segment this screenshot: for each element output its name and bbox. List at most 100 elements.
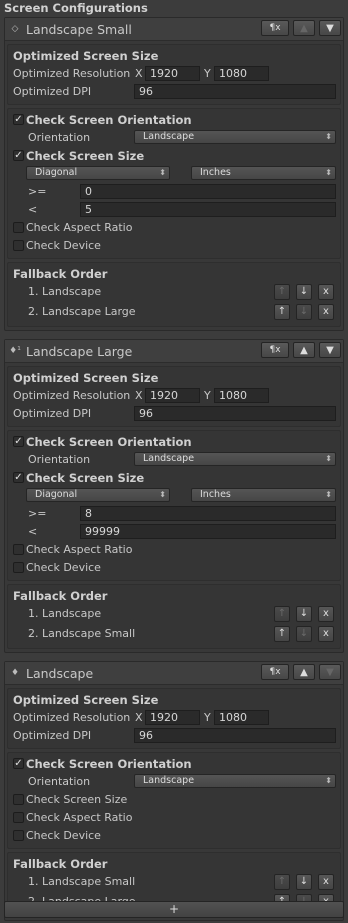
y-label: Y bbox=[204, 389, 211, 402]
check-size-label: Check Screen Size bbox=[26, 471, 145, 485]
optimized-resolution-label: Optimized Resolution bbox=[13, 67, 131, 80]
move-config-up-button[interactable]: ▲ bbox=[293, 664, 315, 680]
fallback-remove-button[interactable]: x bbox=[318, 606, 334, 622]
fallback-remove-button[interactable]: x bbox=[318, 626, 334, 642]
config-marker-icon: ◇ bbox=[11, 24, 19, 34]
max-size-field[interactable]: 99999 bbox=[80, 524, 336, 539]
move-config-up-button[interactable]: ▲ bbox=[293, 20, 315, 36]
check-aspect-checkbox[interactable] bbox=[13, 544, 24, 555]
move-config-down-button[interactable]: ▼ bbox=[319, 20, 341, 36]
optimized-screen-size-section: Optimized Screen Size Optimized Resoluti… bbox=[7, 366, 341, 427]
fallback-title: Fallback Order bbox=[13, 267, 108, 281]
section-title: Optimized Screen Size bbox=[13, 371, 159, 385]
add-config-button[interactable]: + bbox=[4, 901, 344, 918]
optimized-screen-size-section: Optimized Screen Size Optimized Resoluti… bbox=[7, 44, 341, 105]
min-size-field[interactable]: 8 bbox=[80, 506, 336, 521]
size-mode-dropdown[interactable]: Diagonal ⬍ bbox=[26, 488, 170, 502]
x-label: X bbox=[134, 711, 143, 724]
orientation-dropdown[interactable]: Landscape ⬍ bbox=[134, 774, 336, 788]
config-marker-icon: ♦ bbox=[10, 668, 20, 678]
panel-title: Screen Configurations bbox=[4, 1, 148, 15]
check-device-checkbox[interactable] bbox=[13, 830, 24, 841]
dropdown-arrow-icon: ⬍ bbox=[325, 490, 332, 499]
check-orientation-checkbox[interactable]: ✓ bbox=[13, 758, 24, 769]
check-aspect-label: Check Aspect Ratio bbox=[26, 543, 133, 556]
check-device-checkbox[interactable] bbox=[13, 562, 24, 573]
check-orientation-label: Check Screen Orientation bbox=[26, 757, 192, 771]
section-title: Optimized Screen Size bbox=[13, 49, 159, 63]
fallback-remove-button[interactable]: x bbox=[318, 284, 334, 300]
check-orientation-checkbox[interactable]: ✓ bbox=[13, 114, 24, 125]
check-orientation-checkbox[interactable]: ✓ bbox=[13, 436, 24, 447]
fallback-down-button[interactable]: ↓ bbox=[296, 304, 312, 320]
resolution-x-field[interactable]: 1920 bbox=[145, 66, 200, 81]
size-mode-dropdown[interactable]: Diagonal ⬍ bbox=[26, 166, 170, 180]
fallback-down-button[interactable]: ↓ bbox=[296, 606, 312, 622]
move-config-down-button[interactable]: ▼ bbox=[319, 342, 341, 358]
fallback-up-button[interactable]: ↑ bbox=[274, 606, 290, 622]
resolution-y-field[interactable]: 1080 bbox=[214, 388, 269, 403]
max-label: < bbox=[28, 203, 38, 216]
fallback-item: 1. Landscape bbox=[28, 607, 102, 620]
check-aspect-checkbox[interactable] bbox=[13, 812, 24, 823]
fallback-up-button[interactable]: ↑ bbox=[274, 874, 290, 890]
resolution-x-field[interactable]: 1920 bbox=[145, 710, 200, 725]
optimized-dpi-label: Optimized DPI bbox=[13, 729, 92, 742]
check-device-checkbox[interactable] bbox=[13, 240, 24, 251]
orientation-value: Landscape bbox=[143, 131, 195, 142]
config-name: Landscape Large bbox=[26, 343, 133, 359]
check-size-checkbox[interactable] bbox=[13, 794, 24, 805]
fallback-down-button[interactable]: ↓ bbox=[296, 626, 312, 642]
duplicate-button[interactable]: ¶x bbox=[261, 342, 289, 358]
min-size-field[interactable]: 0 bbox=[80, 184, 336, 199]
fallback-section: Fallback Order 1. Landscape ↑ ↓ x 2. Lan… bbox=[7, 262, 341, 327]
resolution-x-field[interactable]: 1920 bbox=[145, 388, 200, 403]
check-size-checkbox[interactable]: ✓ bbox=[13, 150, 24, 161]
fallback-down-button[interactable]: ↓ bbox=[296, 284, 312, 300]
section-title: Optimized Screen Size bbox=[13, 693, 159, 707]
checks-section: ✓ Check Screen Orientation Orientation L… bbox=[7, 430, 341, 581]
fallback-up-button[interactable]: ↑ bbox=[274, 284, 290, 300]
orientation-dropdown[interactable]: Landscape ⬍ bbox=[134, 452, 336, 466]
fallback-remove-button[interactable]: x bbox=[318, 874, 334, 890]
config-header[interactable]: ◇ Landscape Small ¶x ▲ ▼ bbox=[5, 18, 343, 41]
config-landscape-small: ◇ Landscape Small ¶x ▲ ▼ Optimized Scree… bbox=[4, 17, 344, 331]
dpi-field[interactable]: 96 bbox=[134, 728, 336, 743]
config-header[interactable]: ♦¹ Landscape Large ¶x ▲ ▼ bbox=[5, 340, 343, 363]
duplicate-button[interactable]: ¶x bbox=[261, 664, 289, 680]
max-size-field[interactable]: 5 bbox=[80, 202, 336, 217]
dropdown-arrow-icon: ⬍ bbox=[325, 776, 332, 785]
resolution-y-field[interactable]: 1080 bbox=[214, 710, 269, 725]
dpi-field[interactable]: 96 bbox=[134, 406, 336, 421]
check-size-label: Check Screen Size bbox=[26, 793, 128, 806]
size-unit-value: Inches bbox=[200, 489, 231, 500]
optimized-dpi-label: Optimized DPI bbox=[13, 85, 92, 98]
fallback-section: Fallback Order 1. Landscape ↑ ↓ x 2. Lan… bbox=[7, 584, 341, 649]
size-unit-value: Inches bbox=[200, 167, 231, 178]
move-config-up-button[interactable]: ▲ bbox=[293, 342, 315, 358]
x-label: X bbox=[134, 67, 143, 80]
orientation-dropdown[interactable]: Landscape ⬍ bbox=[134, 130, 336, 144]
dropdown-arrow-icon: ⬍ bbox=[159, 168, 166, 177]
fallback-up-button[interactable]: ↑ bbox=[274, 626, 290, 642]
fallback-item: 2. Landscape Large bbox=[28, 305, 136, 318]
resolution-y-field[interactable]: 1080 bbox=[214, 66, 269, 81]
fallback-remove-button[interactable]: x bbox=[318, 304, 334, 320]
checks-section: ✓ Check Screen Orientation Orientation L… bbox=[7, 108, 341, 259]
config-landscape: ♦ Landscape ¶x ▲ ▼ Optimized Screen Size… bbox=[4, 661, 344, 921]
check-size-checkbox[interactable]: ✓ bbox=[13, 472, 24, 483]
fallback-down-button[interactable]: ↓ bbox=[296, 874, 312, 890]
fallback-title: Fallback Order bbox=[13, 589, 108, 603]
orientation-value: Landscape bbox=[143, 775, 195, 786]
size-unit-dropdown[interactable]: Inches ⬍ bbox=[191, 488, 336, 502]
fallback-up-button[interactable]: ↑ bbox=[274, 304, 290, 320]
dpi-field[interactable]: 96 bbox=[134, 84, 336, 99]
move-config-down-button[interactable]: ▼ bbox=[319, 664, 341, 680]
fallback-item: 2. Landscape Small bbox=[28, 627, 136, 640]
optimized-screen-size-section: Optimized Screen Size Optimized Resoluti… bbox=[7, 688, 341, 749]
min-label: >= bbox=[28, 185, 47, 198]
duplicate-button[interactable]: ¶x bbox=[261, 20, 289, 36]
check-aspect-checkbox[interactable] bbox=[13, 222, 24, 233]
size-unit-dropdown[interactable]: Inches ⬍ bbox=[191, 166, 336, 180]
config-header[interactable]: ♦ Landscape ¶x ▲ ▼ bbox=[5, 662, 343, 685]
